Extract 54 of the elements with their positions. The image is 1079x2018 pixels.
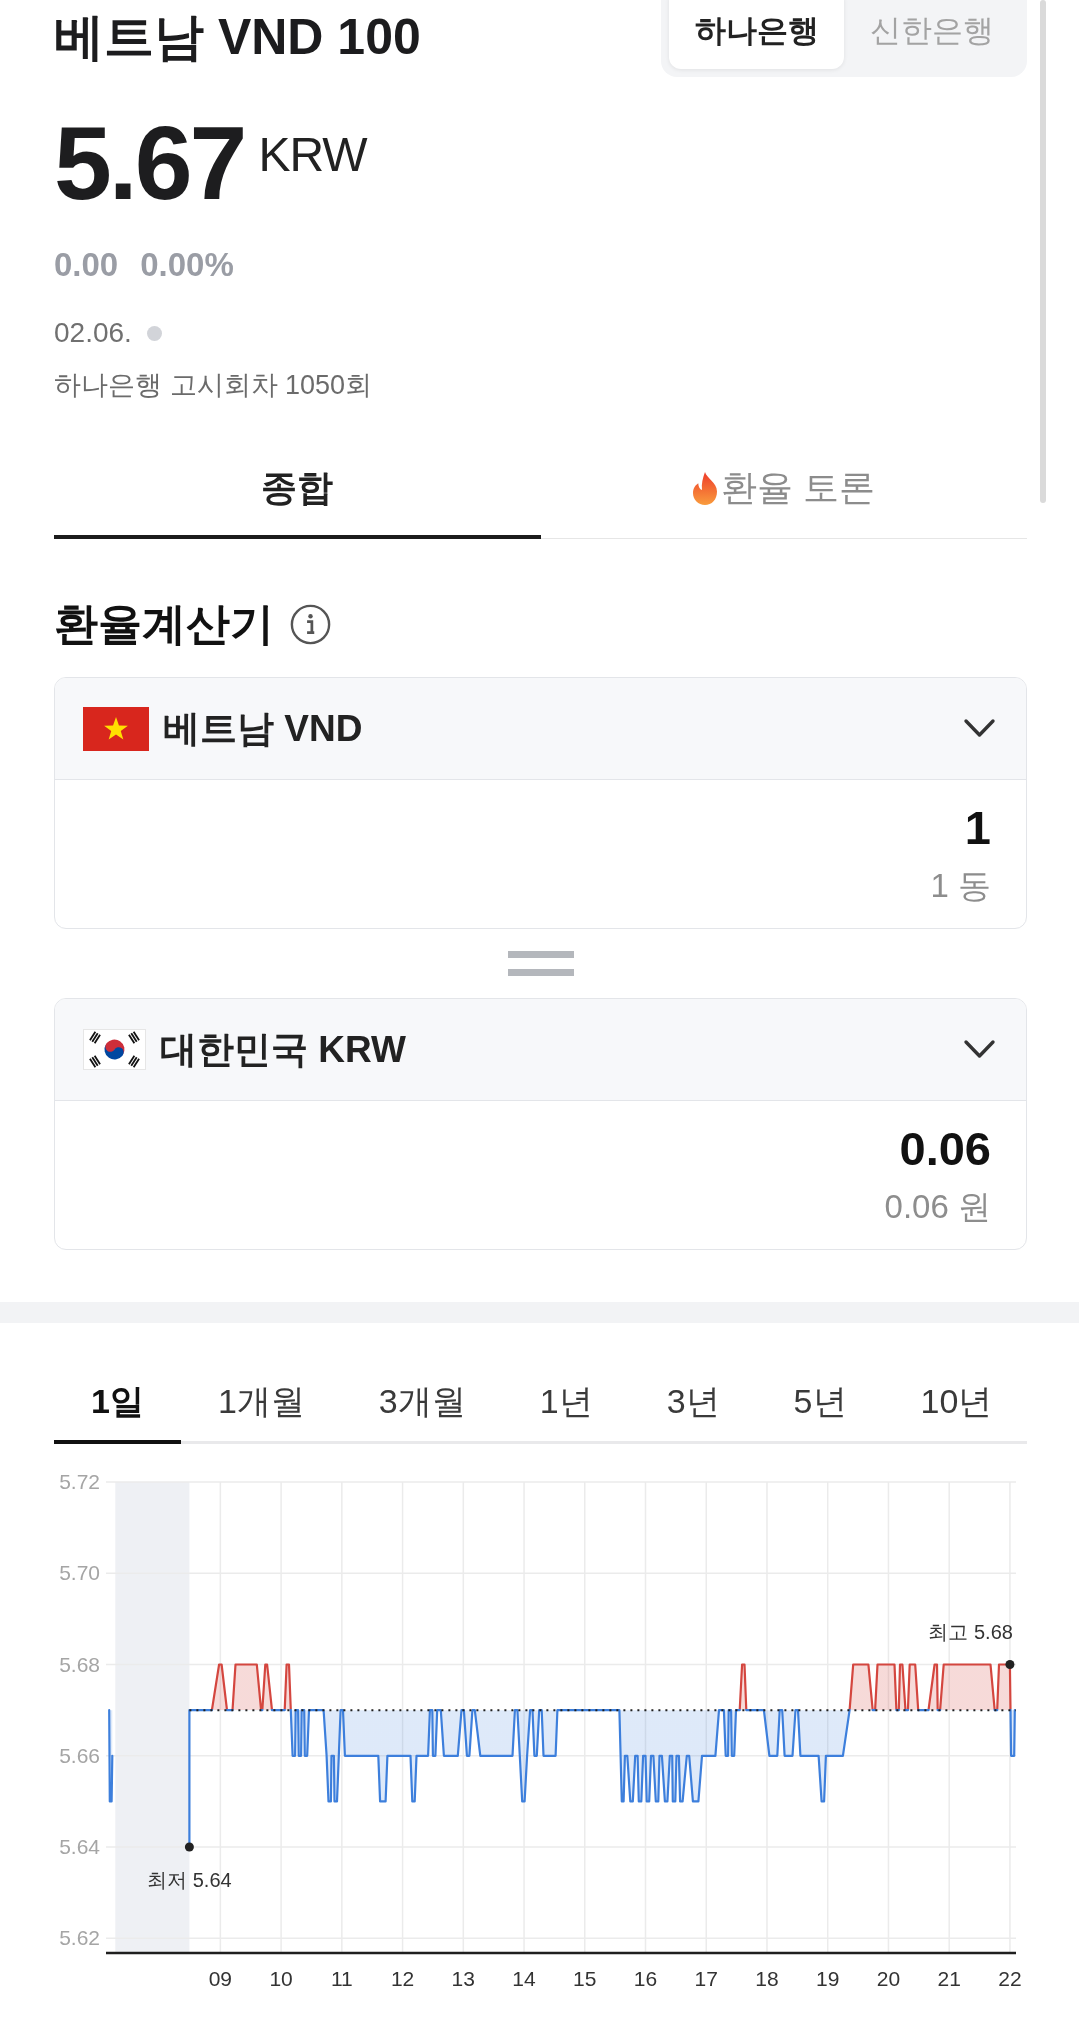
x-axis-label: 10 [269, 1967, 293, 1990]
info-icon[interactable] [290, 603, 331, 645]
amount-input[interactable]: 1 [55, 802, 991, 854]
flame-icon [692, 471, 719, 505]
section-tab[interactable]: 종합 [54, 466, 541, 539]
flag-icon [83, 1029, 146, 1070]
period-tab[interactable]: 3년 [629, 1381, 757, 1444]
period-tab[interactable]: 5년 [756, 1381, 884, 1444]
currency-dropdown[interactable]: 베트남 VND [55, 678, 1026, 780]
currency-dropdown[interactable]: 대한민국 KRW [55, 999, 1026, 1101]
currency-unit: KRW [258, 131, 367, 179]
high-value-label: 최고 5.68 [928, 1620, 1013, 1643]
x-axis-label: 09 [208, 1967, 233, 1990]
amount-in-words: 0.06 원 [884, 1187, 991, 1227]
amount-input[interactable]: 0.06 [55, 1123, 991, 1175]
period-tab[interactable]: 1개월 [180, 1381, 342, 1444]
y-axis-label: 5.70 [59, 1561, 100, 1585]
x-axis-label: 19 [816, 1967, 840, 1990]
notice-text: 하나은행 고시회차 1050회 [54, 369, 374, 402]
period-tab[interactable]: 10년 [883, 1381, 1030, 1444]
flag-icon [83, 706, 149, 751]
x-axis-label: 20 [876, 1967, 901, 1990]
x-axis-label: 17 [694, 1967, 718, 1990]
x-axis-label: 18 [755, 1967, 779, 1990]
x-axis-label: 12 [390, 1967, 415, 1990]
x-axis-label: 21 [937, 1967, 961, 1990]
y-axis-label: 5.68 [59, 1652, 100, 1676]
page-title: 베트남 VND 100 [54, 8, 421, 66]
amount-in-words: 1 동 [930, 866, 991, 906]
bank-tab[interactable]: 하나은행 [669, 0, 844, 69]
exchange-rate: 5.67 [54, 111, 245, 215]
y-axis-label: 5.66 [59, 1743, 100, 1767]
x-axis-label: 15 [573, 1967, 597, 1990]
x-axis-label: 11 [330, 1967, 353, 1990]
x-axis-label: 14 [512, 1967, 536, 1990]
equals-icon [507, 951, 574, 976]
period-tab[interactable]: 1년 [502, 1381, 630, 1444]
x-axis-label: 16 [633, 1967, 658, 1990]
marker-dot-icon [1005, 1660, 1015, 1669]
marker-dot-icon [184, 1842, 194, 1852]
low-value-label: 최저 5.64 [147, 1869, 232, 1892]
period-tab[interactable]: 1일 [54, 1381, 181, 1444]
y-axis-label: 5.64 [59, 1835, 100, 1859]
change-amount: 0.00 [54, 245, 119, 285]
calculator-title: 환율계산기 [54, 598, 274, 650]
chevron-down-icon [963, 1039, 996, 1060]
update-date: 02.06. [54, 316, 132, 350]
x-axis-label: 22 [998, 1967, 1022, 1990]
period-tab[interactable]: 3개월 [341, 1381, 503, 1444]
y-axis-label: 5.72 [59, 1470, 100, 1493]
chevron-down-icon [963, 718, 996, 739]
change-rate: 0.00% [140, 245, 234, 285]
x-axis-label: 13 [451, 1967, 475, 1990]
y-axis-label: 5.62 [59, 1926, 100, 1950]
